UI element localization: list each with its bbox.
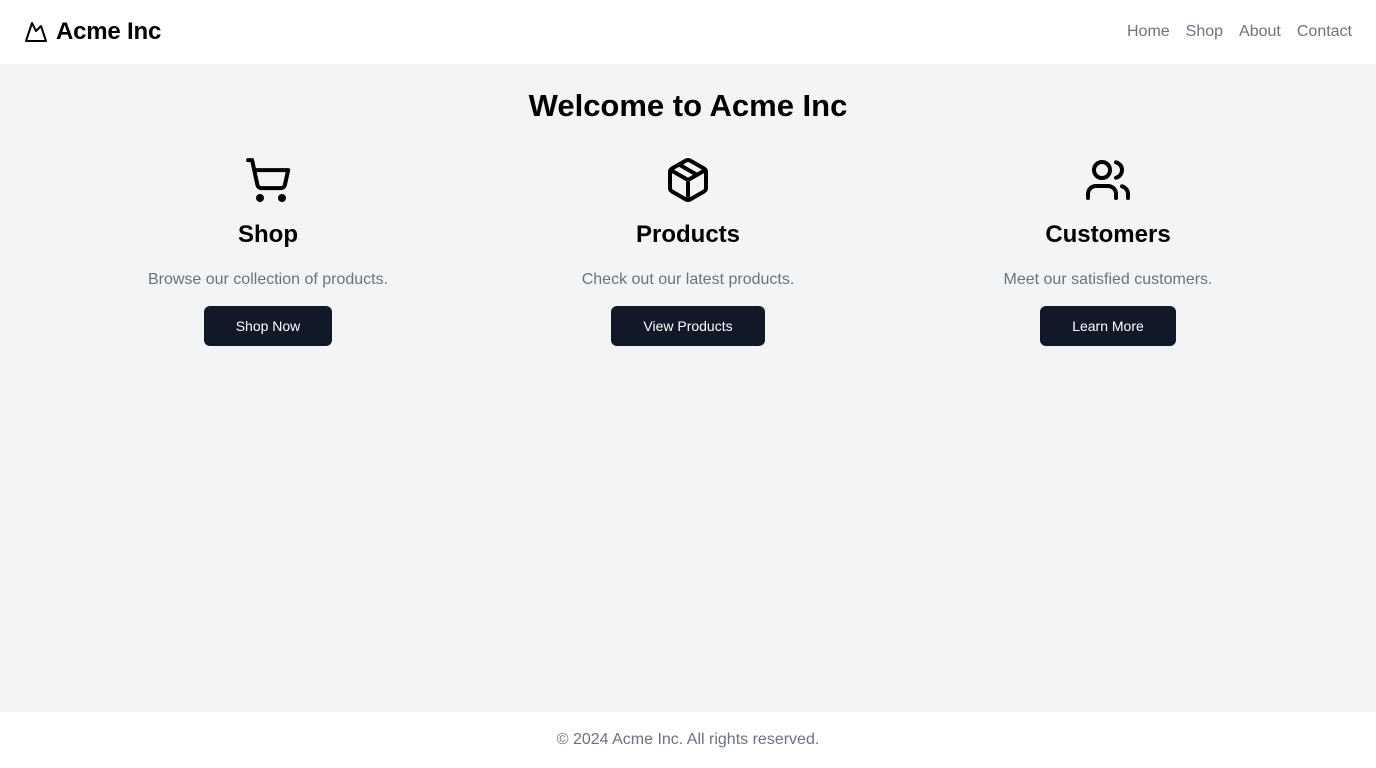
feature-card-products: Products Check out our latest products. …: [478, 156, 898, 346]
feature-card-shop: Shop Browse our collection of products. …: [58, 156, 478, 346]
brand-link[interactable]: Acme Inc: [24, 18, 161, 46]
feature-description: Check out our latest products.: [581, 271, 795, 288]
feature-title: Customers: [1045, 221, 1171, 248]
feature-title: Shop: [238, 221, 298, 248]
feature-grid: Shop Browse our collection of products. …: [0, 156, 1376, 346]
nav-link-contact[interactable]: Contact: [1297, 23, 1352, 41]
learn-more-button[interactable]: Learn More: [1040, 306, 1176, 346]
nav-link-about[interactable]: About: [1239, 23, 1281, 41]
feature-card-customers: Customers Meet our satisfied customers. …: [898, 156, 1318, 346]
page-title: Welcome to Acme Inc: [528, 88, 848, 123]
main-nav: Home Shop About Contact: [1127, 23, 1352, 41]
nav-link-home[interactable]: Home: [1127, 23, 1170, 41]
site-footer: © 2024 Acme Inc. All rights reserved.: [0, 712, 1376, 768]
page: Acme Inc Home Shop About Contact Welcome…: [0, 0, 1376, 768]
users-icon: [1084, 156, 1132, 204]
shopping-cart-icon: [244, 156, 292, 204]
nav-link-shop[interactable]: Shop: [1186, 23, 1223, 41]
feature-title: Products: [635, 221, 740, 248]
view-products-button[interactable]: View Products: [611, 306, 765, 346]
mountain-icon: [24, 20, 48, 44]
package-icon: [664, 156, 712, 204]
shop-now-button[interactable]: Shop Now: [203, 306, 333, 346]
feature-description: Meet our satisfied customers.: [1003, 271, 1213, 288]
feature-description: Browse our collection of products.: [147, 271, 389, 288]
top-navbar: Acme Inc Home Shop About Contact: [0, 0, 1376, 64]
brand-name: Acme Inc: [56, 18, 162, 45]
main-content: Welcome to Acme Inc Shop Browse our coll…: [0, 64, 1376, 712]
copyright-text: © 2024 Acme Inc. All rights reserved.: [556, 731, 820, 748]
